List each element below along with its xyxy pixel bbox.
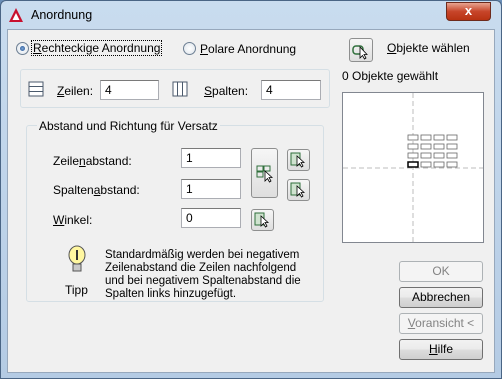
preview-array-item [433, 152, 445, 159]
columns-label: Spalten: [204, 84, 249, 98]
preview-base-item [407, 161, 419, 168]
preview-canvas [343, 93, 483, 242]
ok-button[interactable]: OK [399, 261, 483, 282]
pick-row-offset-button[interactable] [287, 149, 310, 171]
pick-point-icon [290, 152, 306, 168]
help-button[interactable]: Hilfe [399, 339, 483, 360]
preview-array-item [433, 143, 445, 150]
tip-text: Standardmäßig werden bei negativem Zeile… [105, 249, 301, 300]
preview-array-item [407, 143, 419, 150]
polar-array-radio[interactable] [183, 42, 196, 55]
preview-array-item [407, 134, 419, 141]
preview-array-item [446, 152, 458, 159]
preview-array-item [420, 134, 432, 141]
preview-button[interactable]: Voransicht < [399, 313, 483, 334]
preview-array-item [446, 143, 458, 150]
angle-input[interactable]: 0 [181, 208, 241, 228]
row-spacing-label: Zeilenabstand: [53, 154, 132, 168]
select-objects-label: Objekte wählen [387, 41, 470, 55]
close-button[interactable]: x [446, 2, 491, 21]
rows-input[interactable]: 4 [100, 80, 159, 100]
preview-array-item [446, 161, 458, 168]
lightbulb-icon [68, 245, 86, 272]
selected-count-text: 0 Objekte gewählt [342, 69, 439, 83]
offset-group-title: Abstand und Richtung für Versatz [37, 119, 220, 133]
pick-both-offsets-button[interactable] [251, 148, 278, 198]
column-spacing-label: Spaltenabstand: [53, 183, 140, 197]
preview-array-item [420, 161, 432, 168]
angle-label: Winkel: [53, 213, 93, 227]
pick-point-icon [254, 212, 270, 228]
preview-array-item [446, 134, 458, 141]
preview-array-item [407, 152, 419, 159]
select-objects-icon [352, 45, 368, 60]
rows-label: Zeilen: [57, 84, 94, 98]
columns-icon [172, 81, 188, 97]
pick-column-offset-button[interactable] [287, 179, 310, 201]
rows-icon [28, 81, 44, 97]
preview-array-item [420, 143, 432, 150]
select-objects-button[interactable] [349, 38, 373, 62]
dialog-client-area: Rechteckige Anordnung Polare Anordnung Z… [7, 29, 495, 373]
preview-array-item [420, 152, 432, 159]
autocad-app-icon [9, 8, 23, 22]
preview-array-item [433, 161, 445, 168]
column-spacing-input[interactable]: 1 [181, 179, 241, 199]
cancel-button[interactable]: Abbrechen [399, 287, 483, 308]
rectangular-array-label[interactable]: Rechteckige Anordnung [30, 40, 163, 56]
row-spacing-input[interactable]: 1 [181, 148, 241, 168]
title-bar[interactable]: Anordnung x [1, 1, 501, 29]
tip-label: Tipp [65, 283, 88, 297]
array-preview [342, 92, 484, 243]
pick-offsets-icon [256, 165, 274, 183]
pick-angle-button[interactable] [251, 209, 274, 231]
preview-array-item [433, 134, 445, 141]
rectangular-array-radio[interactable] [16, 42, 29, 55]
pick-point-icon [290, 182, 306, 198]
polar-array-label[interactable]: Polare Anordnung [200, 42, 296, 56]
dialog-window: Anordnung x Rechteckige Anordnung Polare… [0, 0, 502, 379]
window-title: Anordnung [31, 8, 93, 22]
columns-input[interactable]: 4 [261, 80, 321, 100]
